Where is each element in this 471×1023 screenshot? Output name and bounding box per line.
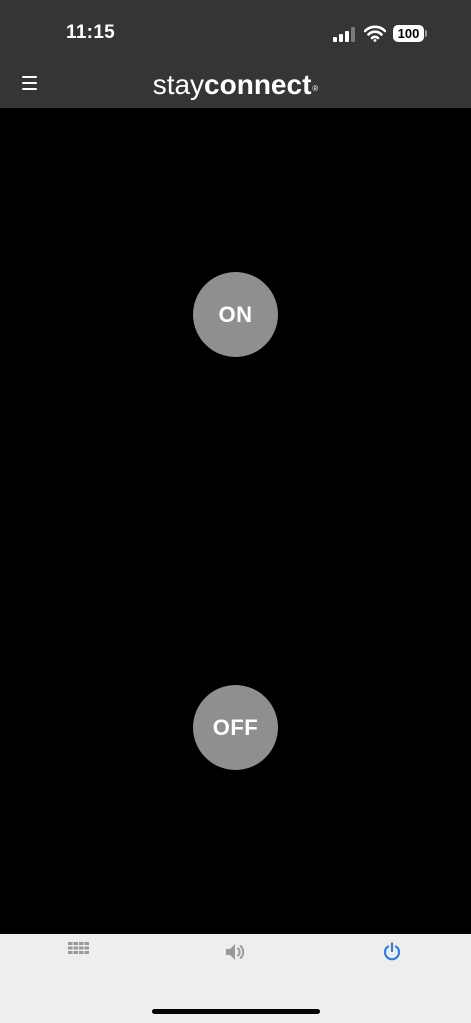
app-screen: 11:15 100 stayconnect® ON OFF <box>0 0 471 1023</box>
header: 11:15 100 stayconnect® <box>0 0 471 108</box>
tab-sound[interactable] <box>215 942 255 972</box>
battery-icon: 100 <box>393 25 424 42</box>
on-button[interactable]: ON <box>193 272 278 357</box>
logo-bold-text: connect <box>204 69 312 100</box>
cellular-signal-icon <box>333 27 357 42</box>
logo-registered-mark: ® <box>312 84 319 93</box>
speaker-icon <box>226 944 245 960</box>
grid-icon <box>68 942 89 954</box>
logo-light-text: stay <box>152 69 205 100</box>
app-logo: stayconnect® <box>0 68 471 102</box>
wifi-icon <box>363 25 387 42</box>
status-time: 11:15 <box>66 22 116 43</box>
battery-cap <box>425 30 427 37</box>
tab-power[interactable] <box>372 942 412 972</box>
off-button[interactable]: OFF <box>193 685 278 770</box>
tab-grid[interactable] <box>59 942 99 972</box>
power-icon <box>383 942 401 961</box>
home-indicator[interactable] <box>152 1009 320 1014</box>
